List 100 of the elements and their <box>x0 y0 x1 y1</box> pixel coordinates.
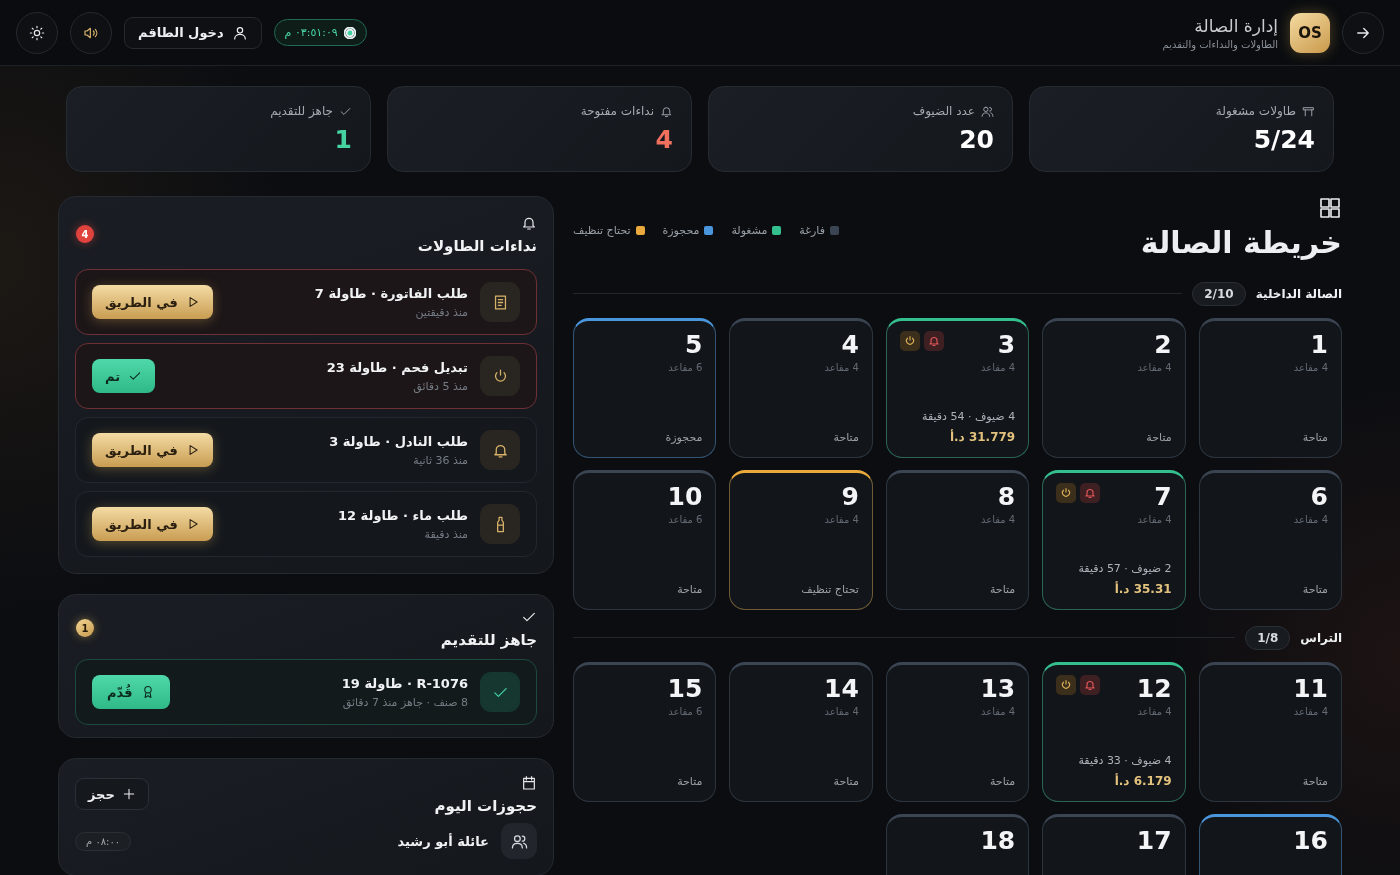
seat-count: 4 مقاعد <box>1292 514 1328 526</box>
stat-label: نداءات مفتوحة <box>580 104 654 118</box>
table-number: 12 <box>1136 674 1172 704</box>
legend-label: مشغولة <box>731 224 768 237</box>
app-logo: OS <box>1290 12 1330 53</box>
table-number: 11 <box>1293 674 1328 704</box>
order-detail: 8 صنف · جاهز منذ 7 دقائق <box>341 695 468 709</box>
seat-count: 4 مقاعد <box>1136 514 1172 526</box>
panel-title: حجوزات اليوم <box>434 797 537 815</box>
call-action-button[interactable]: في الطريق <box>92 285 213 319</box>
table-number: 6 <box>1310 482 1328 512</box>
calendar-icon <box>521 775 537 791</box>
seat-count: 4 مقاعد <box>1136 706 1172 718</box>
seat-count: 4 مقاعد <box>823 362 859 374</box>
bell-icon <box>1080 482 1101 503</box>
stat-label: جاهز للتقديم <box>270 104 333 118</box>
bill-amount: 31.779 د.أ <box>949 429 1016 444</box>
power-icon <box>1056 674 1077 695</box>
receipt-icon <box>480 282 520 322</box>
table-card[interactable]: 18 <box>885 813 1030 875</box>
table-status: متاحة <box>989 582 1016 596</box>
call-title: طلب الفاتورة · طاولة 7 <box>314 285 468 301</box>
stat-label: طاولات مشغولة <box>1215 104 1296 118</box>
call-title: طلب ماء · طاولة 12 <box>338 507 468 523</box>
table-number: 3 <box>997 330 1016 360</box>
call-title: طلب النادل · طاولة 3 <box>329 433 468 449</box>
call-time: منذ دقيقتين <box>414 305 468 319</box>
seat-count: 6 مقاعد <box>667 706 703 718</box>
sound-button[interactable] <box>70 11 112 54</box>
guest-info: 4 ضيوف · 33 دقيقة <box>1078 753 1172 767</box>
theme-button[interactable] <box>16 11 58 54</box>
users-icon <box>981 104 994 118</box>
table-number: 4 <box>841 330 859 360</box>
check-icon <box>128 369 143 383</box>
call-time: منذ 5 دقائق <box>412 379 468 393</box>
back-button[interactable] <box>1342 11 1384 54</box>
status-dot-icon <box>343 26 356 39</box>
add-reservation-button[interactable]: حجز <box>75 778 149 810</box>
stat-value: 4 <box>654 126 673 154</box>
stat-value: 20 <box>958 126 994 154</box>
table-status: متاحة <box>677 582 703 596</box>
call-time: منذ دقيقة <box>423 527 468 541</box>
call-title: تبديل فحم · طاولة 23 <box>326 359 468 375</box>
table-status: متاحة <box>1146 430 1172 444</box>
power-icon <box>899 330 920 351</box>
seat-count: 4 مقاعد <box>823 514 859 526</box>
bell-icon <box>480 430 520 470</box>
bottle-icon <box>480 504 520 544</box>
section-title: الصالة الداخلية <box>1255 286 1342 301</box>
users-icon <box>501 823 537 859</box>
order-title: R-1076 · طاولة 19 <box>341 675 468 691</box>
legend-label: محجوزة <box>662 224 700 237</box>
bell-icon <box>660 104 673 118</box>
page-subtitle: الطاولات والنداءات والتقديم <box>1162 38 1278 50</box>
table-status: محجوزة <box>665 430 703 444</box>
table-status: متاحة <box>677 774 703 788</box>
seat-count: 4 مقاعد <box>979 514 1016 526</box>
panel-title: جاهز للتقديم <box>440 631 537 649</box>
table-number: 17 <box>1136 826 1172 856</box>
stat-label: عدد الضيوف <box>912 104 975 118</box>
table-number: 16 <box>1293 826 1328 856</box>
serve-button[interactable]: قُدّم <box>92 675 170 709</box>
table-status: متاحة <box>1302 774 1328 788</box>
table-status: تحتاج تنظيف <box>801 582 859 596</box>
table-number: 18 <box>980 826 1016 856</box>
occupancy-count: 1/8 <box>1245 625 1291 650</box>
seat-count: 4 مقاعد <box>1292 362 1328 374</box>
table-card[interactable]: 17 <box>1042 813 1186 875</box>
call-time: منذ 36 ثانية <box>412 453 468 467</box>
table-number: 1 <box>1310 330 1328 360</box>
stat-value: 1 <box>333 126 352 154</box>
check-icon <box>480 672 520 712</box>
table-number: 15 <box>667 674 703 704</box>
table-number: 14 <box>824 674 859 704</box>
map-title: خريطة الصالة <box>1140 224 1342 262</box>
call-action-button[interactable]: تم <box>92 359 156 393</box>
bell-icon <box>521 215 537 231</box>
section-title: التراس <box>1300 630 1342 645</box>
table-number: 9 <box>841 482 859 512</box>
plus-icon <box>121 787 136 801</box>
staff-login-button[interactable]: دخول الطاقم <box>124 16 262 49</box>
table-card[interactable]: 16 <box>1198 813 1342 875</box>
power-icon <box>480 356 520 396</box>
user-icon <box>231 24 248 41</box>
table-status: متاحة <box>989 774 1016 788</box>
sun-icon <box>29 24 45 41</box>
seat-count: 6 مقاعد <box>667 362 703 374</box>
call-action-button[interactable]: في الطريق <box>92 507 213 541</box>
reservation-time: ٠٨:٠٠ م <box>75 831 132 851</box>
table-status: متاحة <box>833 774 859 788</box>
bell-icon <box>1080 674 1101 695</box>
seat-count: 6 مقاعد <box>667 514 703 526</box>
call-action-button[interactable]: في الطريق <box>92 433 213 467</box>
table-number: 7 <box>1154 482 1172 512</box>
grid-icon <box>1318 196 1342 220</box>
seat-count: 4 مقاعد <box>979 362 1016 374</box>
reservation-name: عائلة أبو رشيد <box>397 833 489 849</box>
clock-time: ٠٣:٥١:٠٩ م <box>284 26 338 39</box>
occupancy-count: 2/10 <box>1192 281 1246 306</box>
table-icon <box>1302 104 1315 118</box>
